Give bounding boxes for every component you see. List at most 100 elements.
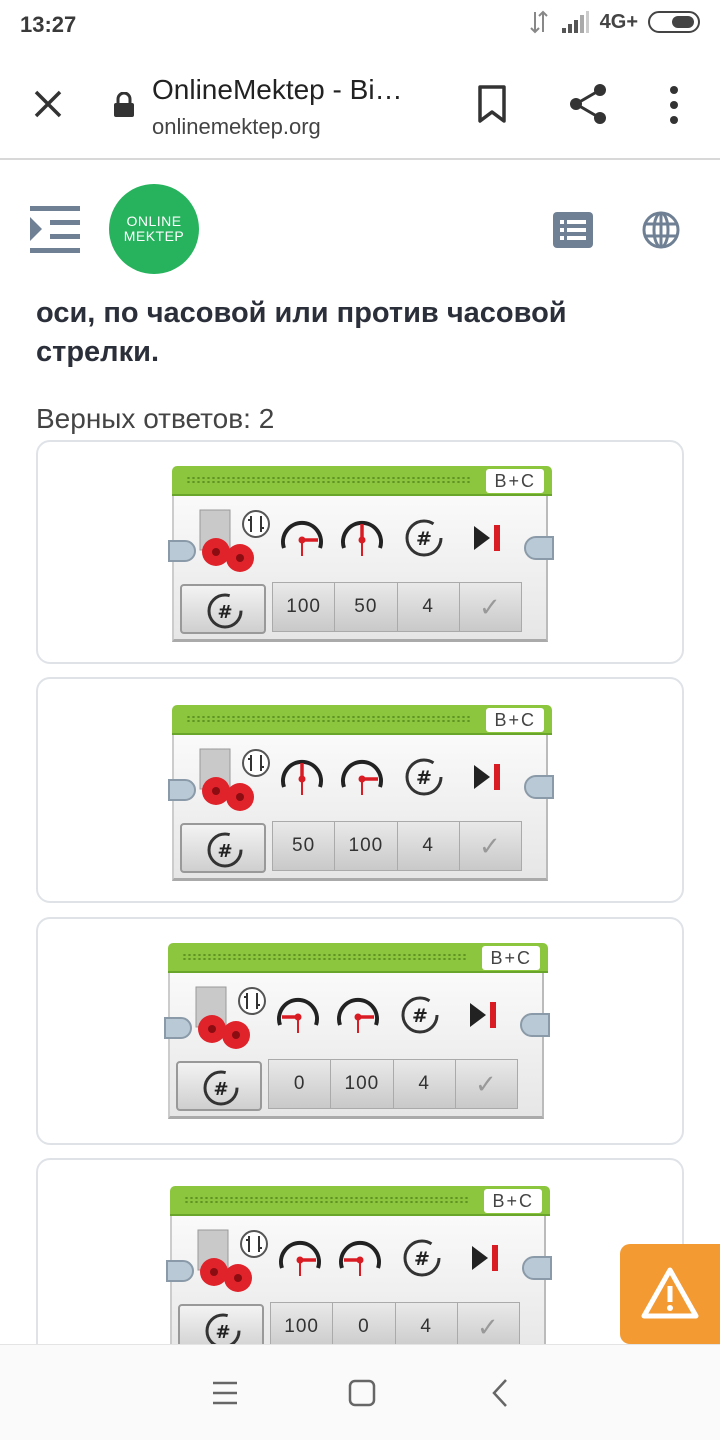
block-header: B+C <box>172 705 552 735</box>
sequence-in-connector <box>166 1260 194 1282</box>
parameter-inputs: 50 100 4 ✓ <box>272 821 522 871</box>
block-header: B+C <box>172 466 552 496</box>
battery-icon <box>648 11 700 33</box>
speed-gauge-mid-icon <box>281 759 323 795</box>
speed-gauge-high-icon <box>337 997 379 1033</box>
ev3-move-tank-block: B+C # <box>168 466 554 650</box>
tank-motor-icon <box>199 748 270 811</box>
tank-motor-icon <box>195 986 266 1049</box>
sequence-in-connector <box>164 1017 192 1039</box>
rotations-mode-icon: # <box>207 593 243 629</box>
sequence-in-connector <box>168 779 196 801</box>
globe-icon[interactable] <box>641 210 681 250</box>
sequence-out-connector <box>524 775 554 799</box>
svg-text:#: # <box>217 602 232 623</box>
answer-option-card[interactable]: B+C # <box>36 677 684 903</box>
page-url[interactable]: onlinemektep.org <box>152 114 321 140</box>
ports-label: B+C <box>486 469 544 493</box>
browser-toolbar: OnlineMektep - Bi… onlinemektep.org <box>0 50 720 160</box>
mode-selector-button[interactable]: # <box>176 1061 262 1111</box>
more-vert-icon[interactable] <box>660 84 688 126</box>
site-header: ONLINE MEKTEP <box>0 162 720 292</box>
nav-home-icon[interactable] <box>348 1379 376 1407</box>
speed-gauge-high-icon <box>279 1240 321 1276</box>
left-power-input[interactable]: 100 <box>273 583 336 631</box>
block-header: B+C <box>168 943 548 973</box>
brake-at-end-icon <box>470 1002 496 1028</box>
close-icon[interactable] <box>28 84 68 124</box>
report-button[interactable] <box>620 1244 720 1344</box>
rotations-mode-icon: # <box>207 832 243 868</box>
speed-gauge-high-icon <box>341 759 383 795</box>
brake-at-end-icon <box>472 1245 498 1271</box>
parameter-inputs: 100 50 4 ✓ <box>272 582 522 632</box>
brake-at-end-icon <box>474 525 500 551</box>
sequence-out-connector <box>524 536 554 560</box>
ports-label: B+C <box>482 946 540 970</box>
signal-icon <box>561 11 589 33</box>
speed-gauge-high-icon <box>281 520 323 556</box>
rotations-icon: # <box>405 758 443 796</box>
sequence-in-connector <box>168 540 196 562</box>
right-power-input[interactable]: 100 <box>335 822 398 870</box>
left-power-input[interactable]: 0 <box>269 1060 332 1108</box>
speed-gauge-zero-icon <box>339 1240 381 1276</box>
lock-icon <box>114 92 134 117</box>
logo-line1: ONLINE <box>126 213 182 229</box>
speed-gauge-zero-icon <box>277 997 319 1033</box>
brake-checkmark[interactable]: ✓ <box>456 1060 517 1108</box>
svg-text:#: # <box>215 1322 230 1343</box>
sequence-out-connector <box>522 1256 552 1280</box>
question-text: оси, по часовой или против часовой стрел… <box>36 297 567 368</box>
rotations-icon: # <box>403 1239 441 1277</box>
ports-label: B+C <box>486 708 544 732</box>
rotations-icon: # <box>401 996 439 1034</box>
parameter-inputs: 0 100 4 ✓ <box>268 1059 518 1109</box>
nav-back-icon[interactable] <box>488 1377 512 1409</box>
answer-option-card[interactable]: B+C # <box>36 440 684 664</box>
sequence-out-connector <box>520 1013 550 1037</box>
ev3-move-tank-block: B+C # <box>168 705 554 889</box>
table-of-contents-icon[interactable] <box>28 204 82 256</box>
ev3-move-tank-block: B+C # <box>164 943 550 1127</box>
status-bar: 13:27 4G+ <box>0 0 720 50</box>
page-title: OnlineMektep - Bi… <box>152 74 403 105</box>
svg-text:#: # <box>414 1248 430 1270</box>
bookmark-icon[interactable] <box>474 84 510 124</box>
svg-text:#: # <box>416 528 432 550</box>
tank-motor-icon <box>199 509 270 572</box>
block-header: B+C <box>170 1186 550 1216</box>
brake-checkmark[interactable]: ✓ <box>460 583 521 631</box>
mode-selector-button[interactable]: # <box>180 823 266 873</box>
brake-at-end-icon <box>474 764 500 790</box>
rotations-icon: # <box>405 519 443 557</box>
left-power-input[interactable]: 50 <box>273 822 336 870</box>
network-type: 4G+ <box>599 10 638 33</box>
speed-gauge-mid-icon <box>341 520 383 556</box>
right-power-input[interactable]: 50 <box>335 583 398 631</box>
ports-label: B+C <box>484 1189 542 1213</box>
site-logo[interactable]: ONLINE MEKTEP <box>109 184 199 274</box>
rotations-input[interactable]: 4 <box>398 583 460 631</box>
warning-icon <box>641 1267 699 1319</box>
svg-text:#: # <box>213 1079 228 1100</box>
mode-selector-button[interactable]: # <box>180 584 266 634</box>
ev3-move-tank-block: B+C # <box>166 1186 552 1370</box>
nav-menu-icon[interactable] <box>210 1379 240 1407</box>
svg-text:#: # <box>416 767 432 789</box>
status-indicators: 4G+ <box>528 10 700 34</box>
answers-count: Верных ответов: 2 <box>36 403 275 434</box>
svg-text:#: # <box>412 1005 428 1027</box>
logo-line2: MEKTEP <box>123 228 185 244</box>
share-icon[interactable] <box>566 82 610 126</box>
android-nav-bar <box>0 1344 720 1440</box>
rotations-input[interactable]: 4 <box>398 822 460 870</box>
svg-text:#: # <box>217 841 232 862</box>
brake-checkmark[interactable]: ✓ <box>460 822 521 870</box>
rotations-input[interactable]: 4 <box>394 1060 456 1108</box>
answer-option-card[interactable]: B+C # <box>36 917 684 1145</box>
list-icon[interactable] <box>553 212 593 248</box>
right-power-input[interactable]: 100 <box>331 1060 394 1108</box>
status-time: 13:27 <box>20 12 77 37</box>
tank-motor-icon <box>197 1229 268 1292</box>
